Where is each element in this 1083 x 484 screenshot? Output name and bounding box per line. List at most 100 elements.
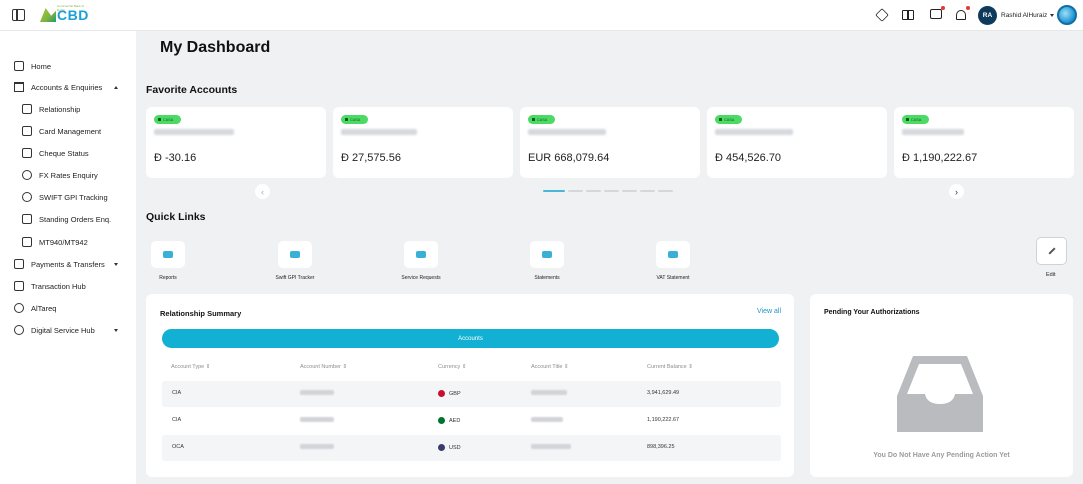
sidebar-item-label: Payments & Transfers: [31, 259, 105, 269]
sidebar: Home Accounts & Enquiries Relationship C…: [0, 31, 136, 484]
tab-accounts[interactable]: Accounts: [162, 329, 779, 348]
sidebar-item-mt940[interactable]: MT940/MT942: [22, 235, 88, 249]
fx-icon: [22, 170, 32, 180]
carousel-next-button[interactable]: ›: [949, 184, 964, 199]
sort-icon: ⇕: [461, 364, 467, 370]
gpi-icon: [22, 192, 32, 202]
column-header-account-type[interactable]: Account Type ⇕: [171, 364, 210, 370]
sidebar-item-cheque-status[interactable]: Cheque Status: [22, 146, 89, 160]
sidebar-item-label: Digital Service Hub: [31, 325, 95, 335]
quick-link-statements[interactable]: [530, 241, 564, 268]
carousel-dot[interactable]: [543, 190, 565, 192]
casa-badge: CASA: [528, 115, 555, 124]
sidebar-item-accounts-enquiries[interactable]: Accounts & Enquiries: [14, 80, 102, 94]
notifications-bell-icon[interactable]: [956, 10, 966, 20]
column-header-currency[interactable]: Currency ⇕: [438, 364, 466, 370]
account-balance: Ð 1,190,222.67: [902, 152, 978, 164]
cell-currency: USD: [438, 444, 461, 451]
edit-label: Edit: [1046, 272, 1056, 278]
sidebar-item-altareq[interactable]: AlTareq: [14, 301, 56, 315]
table-row[interactable]: OCA USD 898,396.25: [162, 435, 781, 461]
quick-link-label: VAT Statement: [656, 275, 690, 281]
sidebar-item-label: Relationship: [39, 104, 81, 114]
wallet-icon: [542, 251, 552, 258]
table-row[interactable]: CIA GBP 3,941,629.49: [162, 381, 781, 407]
relationship-summary-title: Relationship Summary: [160, 309, 242, 318]
carousel-dot[interactable]: [604, 190, 619, 192]
favorite-account-card[interactable]: CASA Ð 27,575.56: [333, 107, 513, 178]
user-avatar[interactable]: RA: [978, 6, 997, 25]
page-title: My Dashboard: [160, 39, 271, 56]
sort-icon: ⇕: [342, 364, 348, 370]
chevron-up-icon[interactable]: [114, 86, 118, 89]
messages-icon[interactable]: [930, 9, 942, 19]
sidebar-item-payments-transfers[interactable]: Payments & Transfers: [14, 257, 105, 271]
carousel-dot[interactable]: [640, 190, 655, 192]
gbp-flag-icon: [438, 390, 445, 397]
quick-link-swift-gpi[interactable]: [278, 241, 312, 268]
service-hub-icon: [14, 325, 24, 335]
sidebar-toggle-icon[interactable]: [12, 9, 25, 21]
sidebar-item-digital-service-hub[interactable]: Digital Service Hub: [14, 323, 95, 337]
quick-link-label: Service Requests: [401, 275, 441, 281]
favorite-accounts-heading: Favorite Accounts: [146, 84, 238, 96]
chevron-down-icon[interactable]: [114, 329, 118, 332]
cell-account-number: [300, 390, 334, 395]
users-icon: [290, 251, 300, 258]
sidebar-item-standing-orders[interactable]: Standing Orders Enq.: [22, 212, 111, 226]
favorite-account-card[interactable]: CASA Ð 454,526.70: [707, 107, 887, 178]
cell-current-balance: 898,396.25: [647, 444, 675, 450]
messages-unread-dot: [941, 6, 945, 10]
sort-icon: ⇕: [688, 364, 693, 370]
masked-account-number: [902, 129, 964, 135]
sidebar-item-card-management[interactable]: Card Management: [22, 124, 101, 138]
carousel-dot[interactable]: [622, 190, 637, 192]
favorites-diamond-icon[interactable]: [875, 8, 889, 22]
carousel-dot[interactable]: [568, 190, 583, 192]
view-all-link[interactable]: View all: [757, 308, 781, 315]
language-globe-icon[interactable]: [1057, 5, 1077, 25]
sidebar-item-label: MT940/MT942: [39, 237, 88, 247]
sidebar-item-swift-gpi[interactable]: SWIFT GPI Tracking: [22, 190, 108, 204]
quick-link-reports[interactable]: [151, 241, 185, 268]
carousel-dot[interactable]: [658, 190, 673, 192]
column-header-current-balance[interactable]: Current Balance ⇕: [647, 364, 693, 370]
quick-link-vat-statement[interactable]: [656, 241, 690, 268]
cell-account-number: [300, 444, 334, 449]
catalog-icon[interactable]: [902, 10, 914, 20]
relationship-summary-panel: Relationship Summary View all Accounts A…: [146, 294, 794, 477]
cell-account-title: [531, 390, 567, 395]
sidebar-item-relationship[interactable]: Relationship: [22, 102, 80, 116]
sidebar-item-home[interactable]: Home: [14, 59, 51, 73]
sidebar-item-fx-rates[interactable]: FX Rates Enquiry: [22, 168, 98, 182]
favorite-account-card[interactable]: CASA Ð 1,190,222.67: [894, 107, 1074, 178]
pencil-icon: [1047, 247, 1056, 255]
favorite-account-card[interactable]: CASA EUR 668,079.64: [520, 107, 700, 178]
aed-flag-icon: [438, 417, 445, 424]
cell-account-type: OCA: [172, 444, 184, 450]
user-name[interactable]: Rashid AlHuraiz: [1001, 12, 1047, 19]
logo-subtext: Commercial Bank of Dubai: [57, 4, 85, 12]
sidebar-item-transaction-hub[interactable]: Transaction Hub: [14, 279, 86, 293]
favorite-account-card[interactable]: CASA Ð -30.16: [146, 107, 326, 178]
account-balance: Ð -30.16: [154, 152, 197, 164]
quick-link-label: Reports: [159, 275, 177, 281]
chevron-down-icon[interactable]: [114, 263, 118, 266]
table-row[interactable]: CIA AED 1,190,222.67: [162, 408, 781, 434]
column-header-account-number[interactable]: Account Number ⇕: [300, 364, 347, 370]
user-menu-chevron-down-icon[interactable]: [1050, 14, 1054, 17]
carousel-dot[interactable]: [586, 190, 601, 192]
masked-account-number: [154, 129, 234, 135]
bank-icon: [14, 82, 24, 92]
cell-account-type: CIA: [172, 390, 182, 396]
cell-currency: GBP: [438, 390, 461, 397]
carousel-pagination: [543, 190, 673, 192]
cell-account-title: [531, 417, 563, 422]
column-header-account-title[interactable]: Account Title ⇕: [531, 364, 569, 370]
carousel-prev-button[interactable]: ‹: [255, 184, 270, 199]
hub-icon: [14, 281, 24, 291]
edit-quick-links-button[interactable]: [1036, 237, 1067, 265]
quick-link-service-requests[interactable]: [404, 241, 438, 268]
cell-account-number: [300, 417, 334, 422]
cbd-logo[interactable]: CBD Commercial Bank of Dubai: [40, 4, 89, 23]
